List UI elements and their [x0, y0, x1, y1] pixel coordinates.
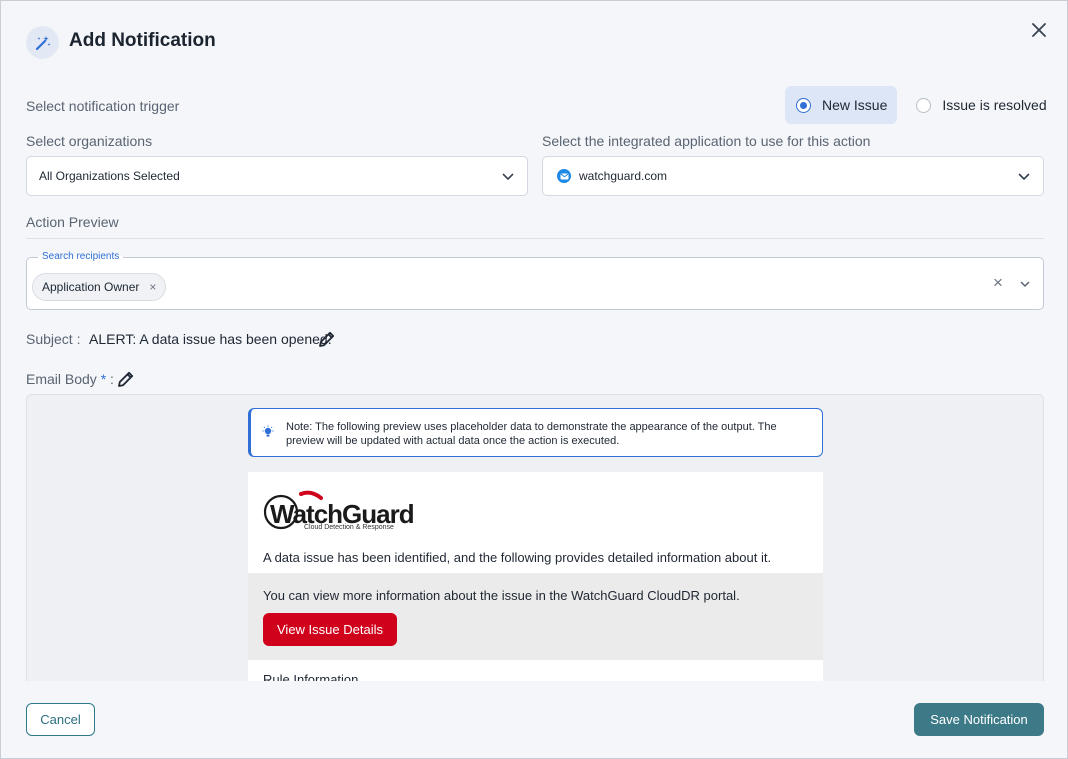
radio-label: Issue is resolved: [942, 97, 1047, 113]
subject-label: Subject :: [26, 331, 81, 347]
close-icon[interactable]: [1029, 20, 1049, 40]
organizations-value: All Organizations Selected: [39, 169, 180, 183]
chevron-down-icon: [1018, 173, 1030, 181]
cancel-button[interactable]: Cancel: [26, 703, 95, 736]
organizations-label: Select organizations: [26, 133, 153, 149]
email-intro: A data issue has been identified, and th…: [263, 550, 772, 565]
watchguard-logo: WatchGuard Cloud Detection & Response: [263, 490, 415, 534]
portal-text: You can view more information about the …: [263, 588, 740, 603]
email-body-colon: :: [110, 371, 114, 387]
lightbulb-icon: [261, 425, 275, 444]
email-body-preview: Note: The following preview uses placeho…: [26, 394, 1044, 681]
radio-new-issue[interactable]: New Issue: [785, 86, 898, 124]
portal-section: You can view more information about the …: [248, 573, 823, 660]
recipients-legend: Search recipients: [38, 251, 124, 262]
divider: [26, 238, 1044, 239]
preview-note: Note: The following preview uses placeho…: [248, 408, 823, 457]
email-body-label: Email Body * :: [26, 371, 114, 387]
clear-recipients-icon[interactable]: ×: [993, 273, 1003, 293]
recipient-chip-label: Application Owner: [42, 280, 140, 294]
action-preview-label: Action Preview: [26, 214, 119, 230]
integration-select[interactable]: watchguard.com: [542, 156, 1044, 196]
add-notification-dialog: Add Notification Select notification tri…: [0, 0, 1068, 759]
required-mark: *: [100, 371, 107, 387]
chevron-down-icon[interactable]: [1019, 278, 1031, 290]
organizations-select[interactable]: All Organizations Selected: [26, 156, 528, 196]
radio-issue-resolved[interactable]: Issue is resolved: [897, 86, 1047, 124]
email-body-label-text: Email Body: [26, 371, 97, 387]
edit-subject-pencil-icon[interactable]: [318, 330, 336, 353]
chip-remove-icon[interactable]: ×: [149, 280, 156, 294]
chevron-down-icon: [502, 173, 514, 181]
magic-wand-icon: [26, 26, 59, 59]
rule-information-heading: Rule Information: [263, 672, 359, 681]
integration-label: Select the integrated application to use…: [542, 133, 871, 149]
recipients-field[interactable]: Search recipients Application Owner × ×: [26, 251, 1044, 310]
view-issue-details-button[interactable]: View Issue Details: [263, 613, 397, 646]
integration-value: watchguard.com: [579, 169, 668, 183]
logo-tagline: Cloud Detection & Response: [304, 524, 394, 531]
radio-label: New Issue: [822, 97, 888, 113]
edit-body-pencil-icon[interactable]: [117, 370, 135, 393]
trigger-label: Select notification trigger: [26, 98, 180, 114]
save-notification-button[interactable]: Save Notification: [914, 703, 1044, 736]
subject-value: ALERT: A data issue has been opened.: [89, 331, 332, 347]
recipient-chip: Application Owner ×: [32, 273, 167, 301]
trigger-radio-group: New Issue Issue is resolved: [785, 86, 1047, 124]
email-app-icon: [557, 169, 571, 183]
radio-selected-icon: [796, 97, 811, 113]
radio-unselected-icon: [916, 97, 932, 113]
note-text: Note: The following preview uses placeho…: [286, 421, 777, 447]
dialog-title: Add Notification: [69, 30, 216, 51]
email-preview: WatchGuard Cloud Detection & Response A …: [248, 472, 823, 681]
